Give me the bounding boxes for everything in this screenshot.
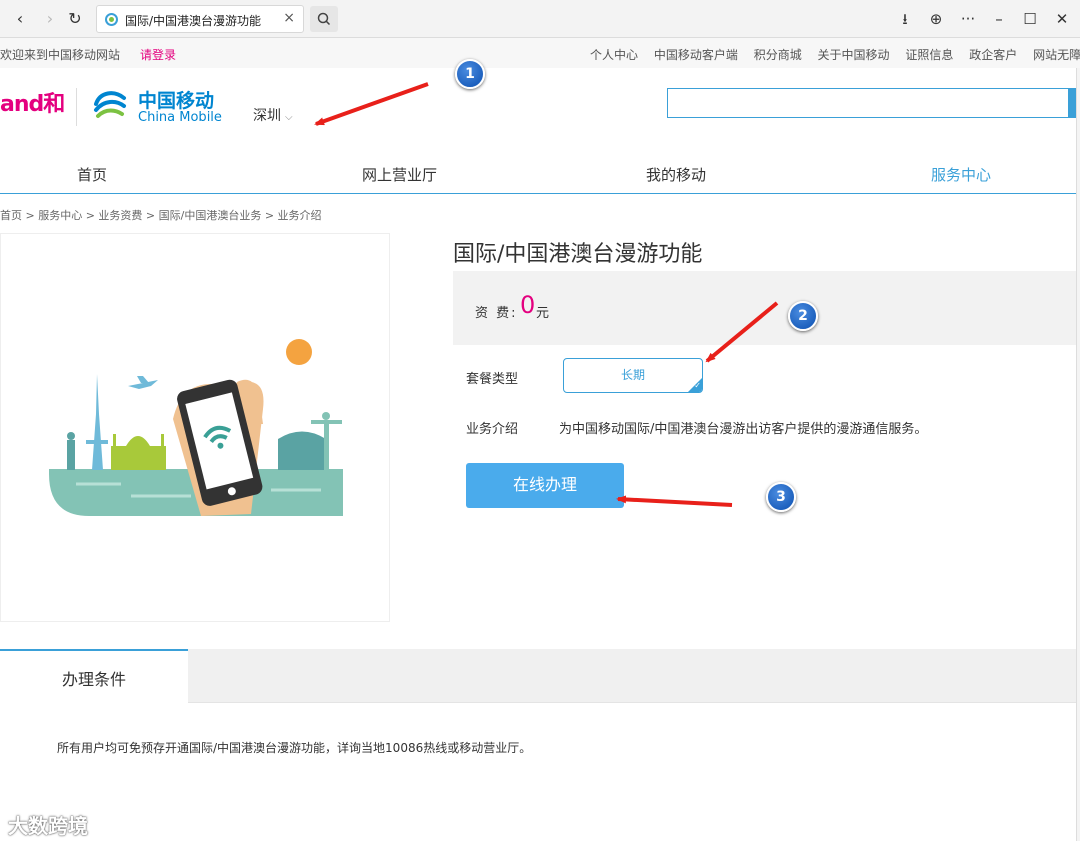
annotation-arrow-1 xyxy=(314,82,429,126)
annotation-arrow-3 xyxy=(616,495,733,507)
annotation-arrows xyxy=(314,82,779,507)
watermark: 大数跨境 xyxy=(8,814,88,838)
annotation-badge-3: 3 xyxy=(766,482,796,512)
annotation-badge-1: 1 xyxy=(455,59,485,89)
annotation-badge-2: 2 xyxy=(788,301,818,331)
annotation-arrow-2 xyxy=(705,301,779,363)
